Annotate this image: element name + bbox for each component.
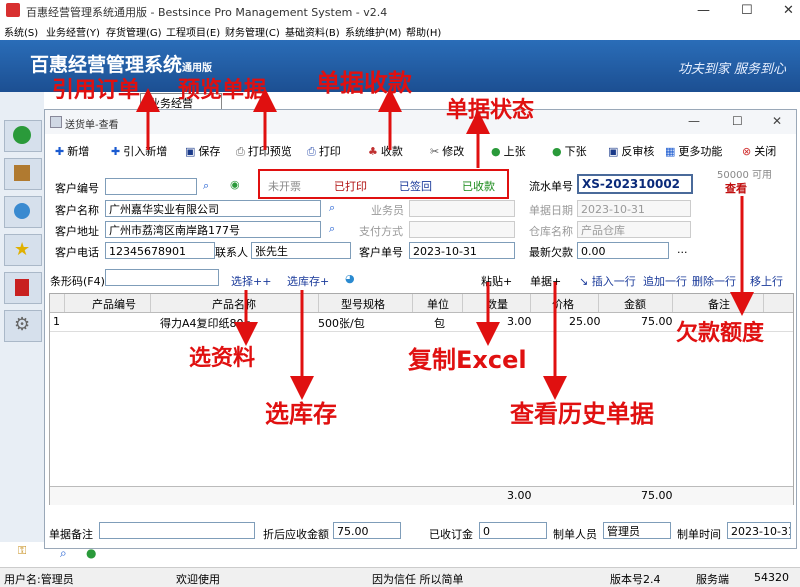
annotation-arrows	[136, 88, 754, 400]
